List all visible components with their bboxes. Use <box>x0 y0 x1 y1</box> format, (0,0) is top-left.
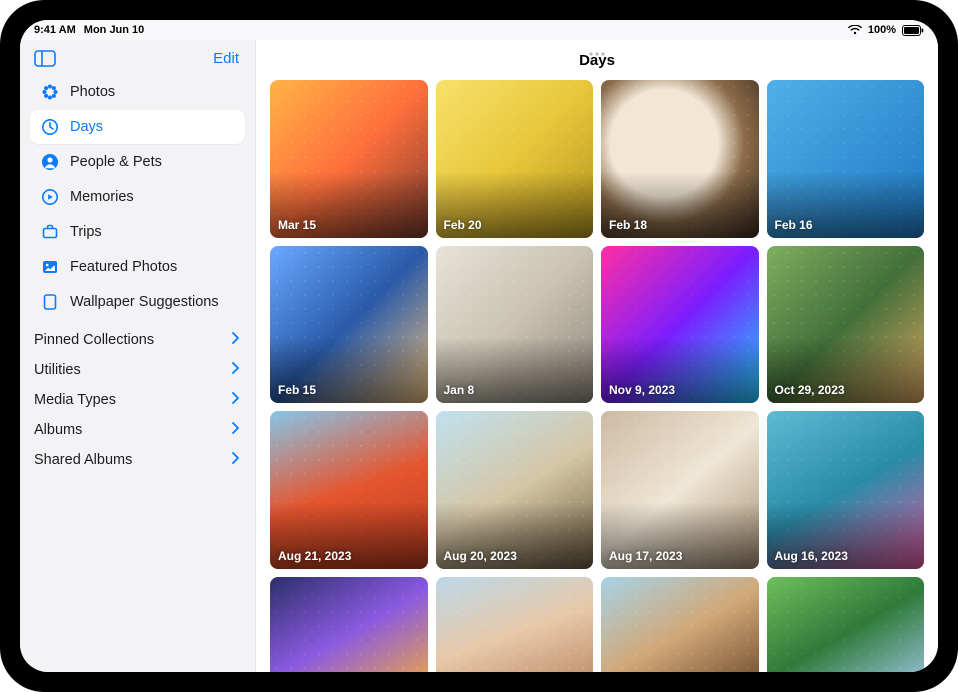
sidebar-section-pinned-collections[interactable]: Pinned Collections <box>30 325 245 355</box>
day-date-label: Aug 21, 2023 <box>278 549 351 563</box>
day-tile[interactable] <box>767 577 925 673</box>
status-battery-pct: 100% <box>868 24 896 36</box>
chevron-right-icon <box>231 362 239 378</box>
day-date-label: Nov 9, 2023 <box>609 383 675 397</box>
sidebar-item-memories[interactable]: Memories <box>30 180 245 214</box>
wifi-icon <box>848 25 862 35</box>
day-tile[interactable] <box>270 577 428 673</box>
sidebar-section-label: Media Types <box>34 392 116 408</box>
sidebar-item-label: Trips <box>70 224 102 240</box>
sidebar-section-albums[interactable]: Albums <box>30 415 245 445</box>
days-icon <box>40 117 60 137</box>
sidebar-section-utilities[interactable]: Utilities <box>30 355 245 385</box>
sidebar-item-label: Featured Photos <box>70 259 177 275</box>
day-date-label: Aug 20, 2023 <box>444 549 517 563</box>
sidebar-section-media-types[interactable]: Media Types <box>30 385 245 415</box>
edit-button[interactable]: Edit <box>213 50 239 67</box>
sidebar-toggle-icon[interactable] <box>34 50 56 67</box>
day-tile[interactable]: Jan 8 <box>436 246 594 404</box>
battery-icon <box>902 25 924 36</box>
day-tile[interactable]: Mar 15 <box>270 80 428 238</box>
day-date-label: Jan 8 <box>444 383 475 397</box>
days-grid-scroll[interactable]: Mar 15 Feb 20 Feb 18 Feb 16 Feb 15 Jan 8… <box>256 80 938 672</box>
day-date-label: Aug 17, 2023 <box>609 549 682 563</box>
sidebar-item-people-pets[interactable]: People & Pets <box>30 145 245 179</box>
day-tile[interactable]: Oct 29, 2023 <box>767 246 925 404</box>
sidebar-nav-list: Photos Days People & Pets Memories <box>30 75 245 319</box>
sidebar-item-label: People & Pets <box>70 154 162 170</box>
chevron-right-icon <box>231 392 239 408</box>
status-date: Mon Jun 10 <box>84 24 145 36</box>
day-tile[interactable]: Aug 17, 2023 <box>601 411 759 569</box>
sidebar-section-label: Pinned Collections <box>34 332 154 348</box>
sidebar-item-label: Days <box>70 119 103 135</box>
day-tile[interactable]: Feb 18 <box>601 80 759 238</box>
day-date-label: Feb 20 <box>444 218 482 232</box>
title-bar: Days <box>256 40 938 80</box>
day-tile[interactable]: Nov 9, 2023 <box>601 246 759 404</box>
sidebar-item-photos[interactable]: Photos <box>30 75 245 109</box>
status-bar: 9:41 AM Mon Jun 10 100% <box>20 20 938 40</box>
featured-icon <box>40 257 60 277</box>
day-tile[interactable] <box>436 577 594 673</box>
chevron-right-icon <box>231 452 239 468</box>
split-view: Edit Photos Days People & Pets <box>20 40 938 672</box>
day-tile[interactable]: Feb 16 <box>767 80 925 238</box>
sidebar-section-label: Utilities <box>34 362 81 378</box>
trips-icon <box>40 222 60 242</box>
sidebar-item-wallpaper-suggestions[interactable]: Wallpaper Suggestions <box>30 285 245 319</box>
ipad-device-frame: 9:41 AM Mon Jun 10 100% E <box>0 0 958 692</box>
sidebar: Edit Photos Days People & Pets <box>20 40 256 672</box>
chevron-right-icon <box>231 422 239 438</box>
sidebar-toolbar: Edit <box>30 46 245 75</box>
memories-icon <box>40 187 60 207</box>
status-time: 9:41 AM <box>34 24 76 36</box>
sidebar-item-featured-photos[interactable]: Featured Photos <box>30 250 245 284</box>
day-tile[interactable]: Aug 16, 2023 <box>767 411 925 569</box>
screen: 9:41 AM Mon Jun 10 100% E <box>20 20 938 672</box>
sidebar-section-label: Albums <box>34 422 82 438</box>
day-date-label: Feb 16 <box>775 218 813 232</box>
sidebar-section-shared-albums[interactable]: Shared Albums <box>30 445 245 475</box>
sidebar-item-label: Wallpaper Suggestions <box>70 294 219 310</box>
chevron-right-icon <box>231 332 239 348</box>
people-icon <box>40 152 60 172</box>
sidebar-item-days[interactable]: Days <box>30 110 245 144</box>
multitasking-icon[interactable] <box>587 44 607 62</box>
day-date-label: Mar 15 <box>278 218 316 232</box>
day-tile[interactable]: Feb 15 <box>270 246 428 404</box>
day-date-label: Oct 29, 2023 <box>775 383 845 397</box>
day-date-label: Feb 18 <box>609 218 647 232</box>
days-grid: Mar 15 Feb 20 Feb 18 Feb 16 Feb 15 Jan 8… <box>270 80 924 672</box>
main-panel: Days Mar 15 Feb 20 Feb 18 Feb 16 Feb 15 … <box>256 40 938 672</box>
sidebar-item-label: Photos <box>70 84 115 100</box>
day-tile[interactable] <box>601 577 759 673</box>
day-date-label: Feb 15 <box>278 383 316 397</box>
day-tile[interactable]: Feb 20 <box>436 80 594 238</box>
wallpaper-icon <box>40 292 60 312</box>
sidebar-section-label: Shared Albums <box>34 452 132 468</box>
day-date-label: Aug 16, 2023 <box>775 549 848 563</box>
sidebar-item-label: Memories <box>70 189 134 205</box>
day-tile[interactable]: Aug 21, 2023 <box>270 411 428 569</box>
photos-icon <box>40 82 60 102</box>
sidebar-item-trips[interactable]: Trips <box>30 215 245 249</box>
day-tile[interactable]: Aug 20, 2023 <box>436 411 594 569</box>
